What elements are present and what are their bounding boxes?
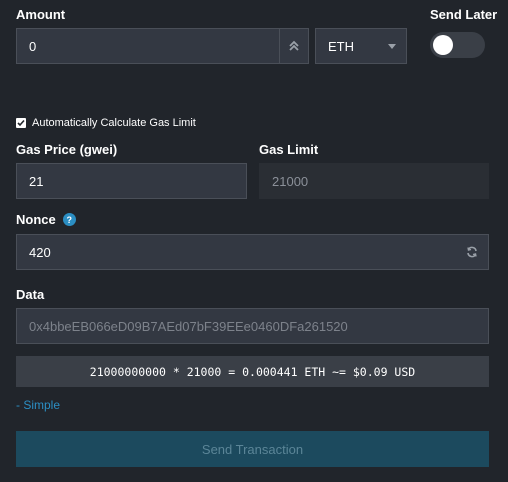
gas-price-input[interactable]: 21 [16, 163, 247, 199]
currency-select[interactable]: ETH [315, 28, 407, 64]
checkmark-icon [17, 119, 25, 127]
nonce-label-row: Nonce ? [16, 212, 76, 227]
send-later-label: Send Later [430, 7, 498, 22]
nonce-input[interactable]: 420 [16, 234, 489, 270]
send-transaction-button[interactable]: Send Transaction [16, 431, 489, 467]
send-later-toggle[interactable] [430, 32, 485, 58]
double-chevron-up-icon [289, 40, 299, 51]
nonce-value: 420 [29, 244, 51, 260]
gas-price-label: Gas Price (gwei) [16, 142, 118, 157]
caret-down-icon [388, 43, 396, 49]
currency-value: ETH [328, 38, 354, 54]
refresh-icon[interactable] [466, 246, 478, 258]
data-label: Data [16, 287, 45, 302]
toggle-knob [433, 35, 453, 55]
amount-label: Amount [16, 7, 66, 22]
data-input[interactable]: 0x4bbeEB066eD09B7AEd07bF39EEe0460DFa2615… [16, 308, 489, 344]
nonce-label: Nonce [16, 212, 56, 227]
auto-gas-label: Automatically Calculate Gas Limit [32, 117, 196, 129]
amount-input[interactable]: 0 [16, 28, 280, 64]
unit-toggle-button[interactable] [279, 28, 309, 64]
auto-gas-checkbox[interactable] [16, 118, 26, 128]
gas-limit-input: 21000 [259, 163, 489, 199]
auto-gas-row[interactable]: Automatically Calculate Gas Limit [16, 117, 196, 129]
help-icon[interactable]: ? [62, 213, 76, 226]
transaction-fee-summary: 21000000000 * 21000 = 0.000441 ETH ~= $0… [16, 356, 489, 387]
simple-mode-link[interactable]: - Simple [16, 398, 60, 412]
gas-limit-label: Gas Limit [259, 142, 319, 157]
